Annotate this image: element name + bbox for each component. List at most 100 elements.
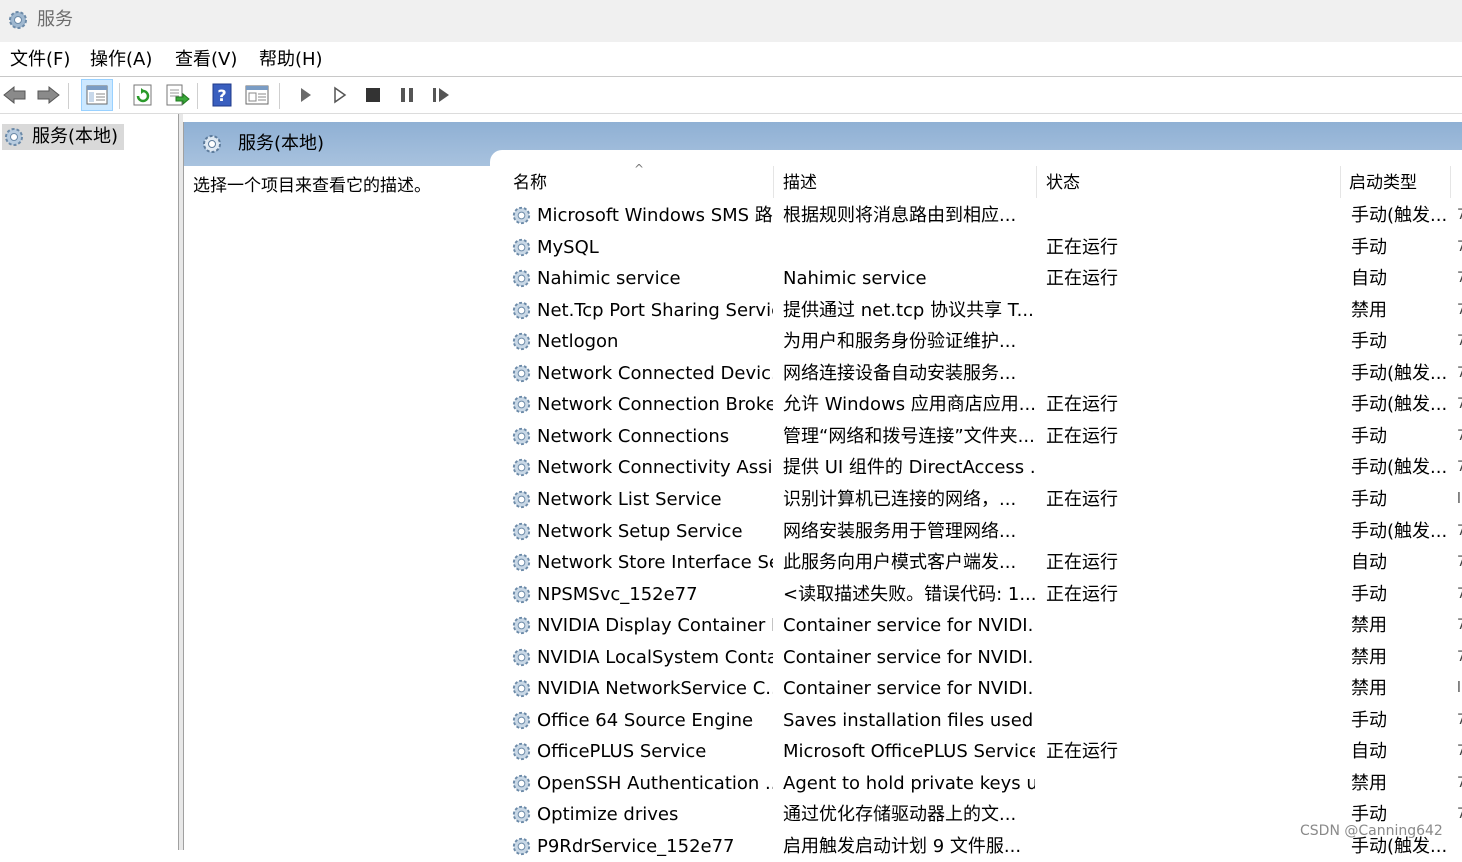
service-description: 识别计算机已连接的网络，... [783,488,1017,510]
service-startup-type: 手动 [1351,331,1387,353]
service-name: Network Setup Service [537,520,743,542]
column-header-status[interactable]: 状态 [1046,169,1336,199]
service-startup-type: 手动 [1351,583,1387,605]
service-name: NVIDIA Display Container LS [537,615,773,637]
service-description: Saves installation files used f... [783,709,1035,731]
service-startup-type: 手动 [1351,236,1387,258]
menu-help[interactable]: 帮助(H) [259,48,323,72]
column-divider[interactable] [1036,166,1037,198]
service-description: 通过优化存储驱动器上的文... [783,804,1017,826]
service-gear-icon [512,238,531,256]
service-name: Network Connections [537,425,730,447]
service-row[interactable]: Network Connected Devic... 网络连接设备自动安装服务..… [506,358,1462,389]
service-gear-icon [512,490,531,509]
service-row[interactable]: OpenSSH Authentication ... Agent to hold … [506,768,1462,799]
service-row[interactable]: Network Connection Broker 允许 Windows 应用商店… [506,389,1462,420]
start-service-icon[interactable] [292,82,318,108]
service-row[interactable]: NVIDIA NetworkService C... Container serv… [506,673,1462,704]
service-description: 为用户和服务身份验证维护... [783,331,1017,353]
service-row[interactable]: MySQL 正在运行 手动 7 [506,232,1462,263]
service-next-column-clipped: 7 [1457,459,1462,476]
service-next-column-clipped: 7 [1457,396,1462,413]
service-row[interactable]: Network Store Interface Se... 此服务向用户模式客户端… [506,547,1462,578]
window-title: 服务 [37,9,73,30]
service-startup-type: 禁用 [1351,772,1387,794]
service-startup-type: 禁用 [1351,678,1387,700]
service-next-column-clipped: 7 [1457,333,1462,350]
start-service-alt-icon[interactable] [326,82,352,108]
service-name: Microsoft Windows SMS 路... [537,205,773,226]
pause-service-icon[interactable] [394,82,420,108]
service-row[interactable]: Net.Tcp Port Sharing Service 提供通过 net.tcp… [506,295,1462,326]
service-gear-icon [512,711,531,729]
service-next-column-clipped: 7 [1457,806,1462,823]
service-row[interactable]: NPSMSvc_152e77 <读取描述失败。错误代码: 1... 正在运行 手动 7 [506,579,1462,610]
service-description: <读取描述失败。错误代码: 1... [783,583,1035,605]
service-gear-icon [512,680,531,698]
service-row[interactable]: Network List Service 识别计算机已连接的网络，... 正在运行 手… [506,484,1462,515]
service-next-column-clipped: 7 [1457,711,1462,728]
toolbar-separator [279,83,280,109]
watermark: CSDN @Canning642 [1300,823,1443,839]
service-row[interactable]: OfficePLUS Service Microsoft OfficePLUS S… [506,736,1462,767]
service-next-column-clipped: l [1457,680,1461,697]
service-startup-type: 禁用 [1351,299,1387,321]
service-name: NVIDIA LocalSystem Conta... [537,646,773,668]
service-row[interactable]: Office 64 Source Engine Saves installatio… [506,705,1462,736]
service-name: OfficePLUS Service [537,741,707,763]
column-divider[interactable] [1340,166,1341,198]
service-row[interactable]: Nahimic service Nahimic service 正在运行 自动 7 [506,263,1462,294]
service-row[interactable]: NVIDIA Display Container LS Container ser… [506,610,1462,641]
service-name: Network Connectivity Assis... [537,457,773,479]
service-description: 根据规则将消息路由到相应... [783,205,1017,226]
service-startup-type: 自动 [1351,741,1387,763]
service-next-column-clipped: 7 [1457,364,1462,381]
service-gear-icon [512,774,531,793]
tree-item-services-local[interactable]: 服务(本地) [2,124,125,150]
console-tree: 服务(本地) [0,114,179,850]
service-gear-icon [512,648,531,666]
service-startup-type: 禁用 [1351,646,1387,668]
service-status: 正在运行 [1046,741,1118,763]
service-startup-type: 手动(触发... [1351,205,1448,226]
toolbar-separator [119,83,120,109]
properties-icon[interactable] [244,82,270,108]
service-row[interactable]: Network Connectivity Assis... 提供 UI 组件的 D… [506,452,1462,483]
service-row[interactable]: Network Setup Service 网络安装服务用于管理网络... 手动(触… [506,516,1462,547]
stop-service-icon[interactable] [360,82,386,108]
service-next-column-clipped: 7 [1457,522,1462,539]
service-next-column-clipped: 7 [1457,617,1462,634]
service-status: 正在运行 [1046,394,1118,416]
column-divider[interactable] [1450,166,1451,198]
back-arrow-icon[interactable] [2,82,28,108]
refresh-icon[interactable] [130,82,156,108]
column-divider[interactable] [773,166,774,198]
help-icon[interactable]: ? [210,82,236,108]
service-description: Agent to hold private keys u... [783,772,1035,794]
column-header-description[interactable]: 描述 [783,169,1033,199]
service-name: Network Connected Devic... [537,362,773,384]
menu-action[interactable]: 操作(A) [90,48,152,72]
service-next-column-clipped: 7 [1457,270,1462,287]
restart-service-icon[interactable] [428,82,454,108]
service-name: OpenSSH Authentication ... [537,772,773,794]
show-hide-console-tree-icon[interactable] [81,79,113,111]
service-row[interactable]: Microsoft Windows SMS 路... 根据规则将消息路由到相应..… [506,200,1462,231]
forward-arrow-icon[interactable] [35,82,61,108]
menu-file[interactable]: 文件(F) [10,48,70,72]
toolbar-separator [197,83,198,109]
service-gear-icon [512,396,531,414]
column-header-startup-type[interactable]: 启动类型 [1349,169,1449,199]
pane-header-title: 服务(本地) [238,133,325,154]
service-name: Nahimic service [537,268,681,290]
service-row[interactable]: Network Connections 管理“网络和拨号连接”文件夹... 正在运行… [506,421,1462,452]
column-header-name[interactable]: 名称 [513,169,773,199]
service-name: Network Connection Broker [537,394,773,416]
service-name: Office 64 Source Engine [537,709,754,731]
service-row[interactable]: NVIDIA LocalSystem Conta... Container ser… [506,642,1462,673]
service-gear-icon [512,743,531,761]
export-list-icon[interactable] [164,82,190,108]
menu-view[interactable]: 查看(V) [175,48,237,72]
service-row[interactable]: Netlogon 为用户和服务身份验证维护... 手动 7 [506,326,1462,357]
service-name: Network List Service [537,488,722,510]
